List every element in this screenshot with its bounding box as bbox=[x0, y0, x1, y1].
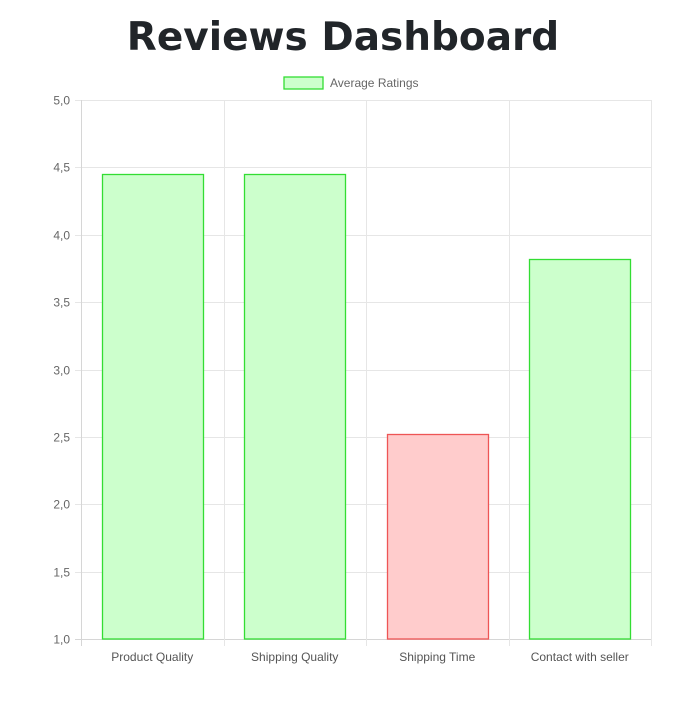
x-tick-label: Product Quality bbox=[111, 650, 193, 664]
chart-legend[interactable]: Average Ratings bbox=[283, 76, 419, 90]
y-tick-label: 4,0 bbox=[53, 229, 70, 243]
bar-shipping-quality bbox=[243, 173, 347, 640]
y-tick-label: 3,5 bbox=[53, 296, 70, 310]
bar-contact-with-seller bbox=[528, 258, 632, 640]
y-tick-label: 2,0 bbox=[53, 498, 70, 512]
y-tick-label: 1,5 bbox=[53, 566, 70, 580]
ratings-bar-chart: 1,0 1,5 2,0 2,5 3,0 3,5 4,0 4,5 5,0 Product Quali… bbox=[53, 76, 652, 664]
y-tick-label: 1,0 bbox=[53, 633, 70, 647]
x-tick-label: Contact with seller bbox=[531, 650, 629, 664]
x-tick-label: Shipping Quality bbox=[251, 650, 338, 664]
y-tick-label: 4,5 bbox=[53, 161, 70, 175]
legend-swatch bbox=[283, 76, 324, 90]
legend-label: Average Ratings bbox=[330, 76, 419, 90]
y-tick-label: 5,0 bbox=[53, 94, 70, 108]
bar-product-quality bbox=[101, 173, 205, 640]
y-tick-label: 3,0 bbox=[53, 364, 70, 378]
y-tick-label: 2,5 bbox=[53, 431, 70, 445]
x-tick-label: Shipping Time bbox=[399, 650, 475, 664]
bar-shipping-time bbox=[386, 433, 490, 640]
